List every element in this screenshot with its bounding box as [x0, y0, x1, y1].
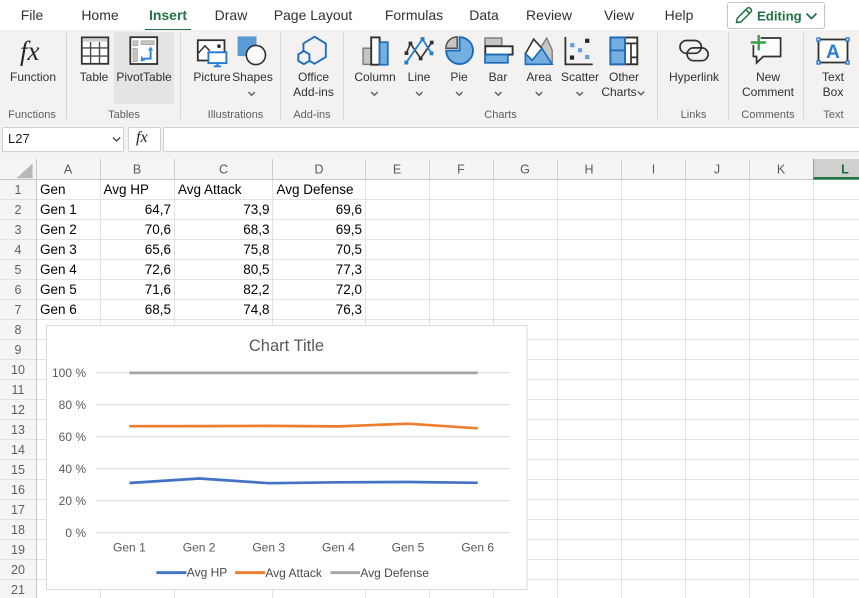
- svg-text:1: 1: [15, 183, 22, 197]
- svg-text:18: 18: [11, 523, 25, 537]
- svg-text:72,0: 72,0: [336, 282, 362, 297]
- svg-text:64,7: 64,7: [145, 202, 171, 217]
- svg-text:G: G: [520, 163, 530, 177]
- svg-text:60 %: 60 %: [59, 430, 87, 444]
- svg-text:Avg HP: Avg HP: [104, 182, 150, 197]
- svg-text:74,8: 74,8: [243, 302, 269, 317]
- svg-text:Avg HP: Avg HP: [187, 566, 227, 580]
- svg-text:D: D: [314, 163, 323, 177]
- svg-text:E: E: [393, 163, 401, 177]
- svg-text:76,3: 76,3: [336, 302, 362, 317]
- svg-text:2: 2: [15, 203, 22, 217]
- svg-text:70,5: 70,5: [336, 242, 362, 257]
- svg-text:11: 11: [12, 383, 25, 397]
- svg-text:80 %: 80 %: [59, 398, 87, 412]
- svg-text:82,2: 82,2: [243, 282, 269, 297]
- svg-text:Gen 2: Gen 2: [40, 222, 77, 237]
- svg-text:16: 16: [11, 483, 25, 497]
- svg-text:71,6: 71,6: [145, 282, 171, 297]
- svg-text:69,5: 69,5: [336, 222, 362, 237]
- svg-text:9: 9: [15, 343, 22, 357]
- svg-text:Gen 5: Gen 5: [40, 282, 77, 297]
- svg-text:6: 6: [15, 283, 22, 297]
- svg-text:fx: fx: [20, 36, 40, 66]
- svg-text:C: C: [219, 163, 228, 177]
- svg-text:12: 12: [11, 403, 25, 417]
- svg-text:J: J: [714, 163, 720, 177]
- svg-text:0 %: 0 %: [65, 526, 86, 540]
- svg-text:K: K: [777, 163, 786, 177]
- svg-text:7: 7: [15, 303, 22, 317]
- svg-text:5: 5: [15, 263, 22, 277]
- svg-text:I: I: [652, 163, 655, 177]
- svg-text:68,3: 68,3: [243, 222, 269, 237]
- svg-text:A: A: [64, 163, 73, 177]
- svg-text:20: 20: [11, 563, 25, 577]
- svg-text:Gen 3: Gen 3: [40, 242, 77, 257]
- svg-text:A: A: [826, 42, 840, 63]
- svg-text:72,6: 72,6: [145, 262, 171, 277]
- svg-text:75,8: 75,8: [243, 242, 269, 257]
- svg-text:3: 3: [15, 223, 22, 237]
- svg-text:Gen 1: Gen 1: [40, 202, 77, 217]
- svg-text:77,3: 77,3: [336, 262, 362, 277]
- svg-text:Editing: Editing: [757, 8, 802, 23]
- svg-text:65,6: 65,6: [145, 242, 171, 257]
- svg-text:Gen 3: Gen 3: [252, 540, 285, 554]
- svg-text:14: 14: [11, 443, 25, 457]
- svg-text:17: 17: [11, 503, 25, 517]
- svg-text:73,9: 73,9: [243, 202, 269, 217]
- svg-text:Avg Attack: Avg Attack: [265, 566, 322, 580]
- svg-text:F: F: [457, 163, 465, 177]
- svg-text:Gen 2: Gen 2: [183, 540, 216, 554]
- svg-text:Gen 5: Gen 5: [392, 540, 425, 554]
- svg-text:69,6: 69,6: [336, 202, 362, 217]
- svg-text:19: 19: [11, 543, 25, 557]
- svg-text:Avg Defense: Avg Defense: [277, 182, 354, 197]
- svg-text:Gen: Gen: [40, 182, 66, 197]
- svg-text:70,6: 70,6: [145, 222, 171, 237]
- svg-text:Chart Title: Chart Title: [249, 337, 324, 355]
- svg-text:Gen 4: Gen 4: [40, 262, 77, 277]
- svg-text:Avg Defense: Avg Defense: [360, 566, 429, 580]
- svg-text:4: 4: [15, 243, 22, 257]
- svg-text:40 %: 40 %: [59, 462, 87, 476]
- svg-text:Avg Attack: Avg Attack: [178, 182, 242, 197]
- svg-text:21: 21: [11, 583, 25, 597]
- svg-text:80,5: 80,5: [243, 262, 269, 277]
- svg-text:68,5: 68,5: [145, 302, 171, 317]
- svg-text:Gen 6: Gen 6: [40, 302, 77, 317]
- svg-text:H: H: [584, 163, 593, 177]
- svg-text:Gen 1: Gen 1: [113, 540, 146, 554]
- svg-text:100 %: 100 %: [52, 366, 86, 380]
- svg-text:10: 10: [11, 363, 25, 377]
- svg-text:L: L: [841, 163, 849, 177]
- svg-text:13: 13: [11, 423, 25, 437]
- svg-text:Gen 6: Gen 6: [461, 540, 494, 554]
- svg-text:B: B: [133, 163, 141, 177]
- svg-text:8: 8: [15, 323, 22, 337]
- svg-text:20 %: 20 %: [59, 494, 87, 508]
- svg-text:15: 15: [11, 463, 25, 477]
- svg-text:Gen 4: Gen 4: [322, 540, 355, 554]
